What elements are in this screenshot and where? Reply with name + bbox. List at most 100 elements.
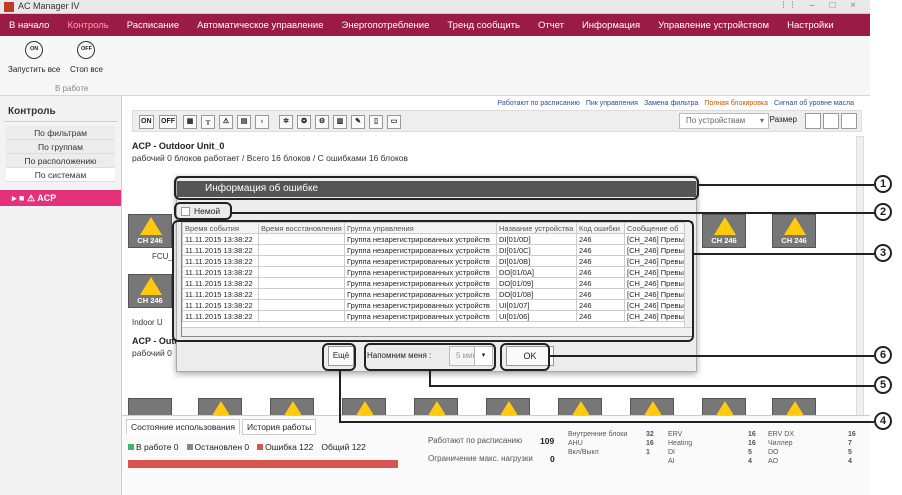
tree-item-acp[interactable]: ▸ ■ ⚠ ACP [0,190,121,206]
callout-badge: 1 [874,175,892,193]
tile-code: CH 246 [137,296,163,305]
status-legend: Работают по расписанию Пик управления За… [497,100,854,107]
limit-label: Ограничение макс. нагрузки [428,454,533,463]
counts-row: Вкл/Выкл 1 DI 5 DO 5 [568,449,852,456]
tab-usage[interactable]: Состояние использования [126,419,241,435]
legend-filter: Замена фильтра [643,100,699,107]
divider [4,121,117,122]
tile-label: Indoor U [132,318,163,327]
list-view-button[interactable] [805,113,821,129]
main-scrollbar[interactable] [856,136,864,420]
sidebar-item-filters[interactable]: По фильтрам [6,126,115,140]
toolbar-group-label: В работе [55,84,89,93]
size-label: Размер [769,115,798,124]
bottom-tabs: Состояние использования История работы [126,419,317,435]
status-running: В работе 0 [128,442,179,452]
peak-icon[interactable]: ╥ [201,115,215,129]
view-by-select[interactable]: По устройствам ▾ [679,113,769,129]
legend-peak: Пик управления [585,100,638,107]
counts-table: Внутренние блоки 32 ERV 16 ERV DX 16 AHU 16 Hea… [568,430,856,466]
stop-all-button[interactable]: OFF Стоп все [70,41,103,74]
fan-icon[interactable]: ✲ [279,115,293,129]
legend-oil: Сигнал об уровне масла [774,100,854,107]
menu-control[interactable]: Контроль [58,20,117,31]
tab-history[interactable]: История работы [242,419,317,435]
warning-icon [140,277,162,295]
large-size-button[interactable] [841,113,857,129]
mode-icon[interactable]: ❂ [297,115,311,129]
schedule-icon[interactable]: ▦ [183,115,197,129]
menu-trend[interactable]: Тренд сообщить [438,20,529,31]
sidebar-item-systems[interactable]: По системам [6,168,115,182]
counts-row: Внутренние блоки 32 ERV 16 ERV DX 16 [568,431,856,438]
callout-badge: 6 [874,346,892,364]
legend-schedule: Работают по расписанию [497,100,580,107]
highlight-mute [174,202,232,220]
view-by-value: По устройствам [686,116,746,125]
temp-icon[interactable]: ▯ [369,115,383,129]
toolbar: ON Запустить все OFF Стоп все В работе [0,36,870,96]
callout-line [429,385,874,387]
start-all-label: Запустить все [8,65,61,74]
filter-icon[interactable]: ▤ [237,115,251,129]
device-tile[interactable]: CH 246 [702,214,746,248]
window-title: AC Manager IV [18,1,80,11]
group-subtitle: рабочий 0 блоков работает / Всего 16 бло… [132,153,409,163]
window-controls[interactable]: ⁝⁝ – □ × [782,0,862,11]
highlight-more [322,343,356,371]
tile-code: CH 246 [711,236,737,245]
menu-home[interactable]: В начало [0,20,58,31]
highlight-remind [364,343,496,371]
menu-schedule[interactable]: Расписание [118,20,188,31]
schedule-label: Работают по расписанию [428,436,523,445]
menu-info[interactable]: Информация [573,20,649,31]
menu-settings[interactable]: Настройки [778,20,843,31]
callout-line [232,212,876,214]
tile-code: CH 246 [781,236,807,245]
highlight-table [172,220,694,342]
device-tile[interactable]: CH 246 [128,214,172,248]
status-error: Ошибка 122 [257,442,313,452]
sidebar: Контроль По фильтрам По группам По распо… [0,96,122,495]
device-tile[interactable]: CH 246 [772,214,816,248]
edit-icon[interactable]: ✎ [351,115,365,129]
start-all-button[interactable]: ON Запустить все [8,41,60,74]
device-tile[interactable]: CH 246 [128,274,172,308]
callout-badge: 3 [874,244,892,262]
sidebar-header: Контроль [8,106,56,117]
sidebar-item-location[interactable]: По расположению [6,154,115,168]
warning-icon[interactable]: ⚠ [219,115,233,129]
app-icon [4,2,14,12]
status-stopped: Остановлен 0 [186,442,249,452]
stop-all-label: Стоп все [70,65,103,74]
callout-line [339,421,874,423]
on-icon: ON [25,41,44,59]
display-icon[interactable]: ▥ [333,115,347,129]
menu-device-mgmt[interactable]: Управление устройством [649,20,778,31]
callout-badge: 2 [874,203,892,221]
callout-line [339,371,341,421]
sidebar-item-groups[interactable]: По группам [6,140,115,154]
callout-badge: 4 [874,412,892,430]
group-subtitle: рабочий 0 [132,348,172,358]
callout-line [698,184,874,186]
off-button[interactable]: OFF [159,115,177,129]
settings-icon[interactable]: ⚙ [315,115,329,129]
highlight-ok [500,343,550,371]
warning-icon [784,217,806,235]
lock-icon[interactable]: ♁ [255,115,269,129]
tile-label: FCU_ [152,252,173,261]
counts-row: AHU 16 Heating 16 Чиллер 7 [568,440,852,447]
tree-item-label: ACP [37,193,57,203]
di-icon[interactable]: ▭ [387,115,401,129]
on-button[interactable]: ON [139,115,154,129]
callout-badge: 5 [874,376,892,394]
window-titlebar: AC Manager IV ⁝⁝ – □ × [0,0,870,14]
callout-line [550,355,874,357]
small-size-button[interactable] [823,113,839,129]
status-total: Общий 122 [321,442,366,452]
schedule-value: 109 [540,436,555,446]
menu-report[interactable]: Отчет [529,20,573,31]
menu-energy[interactable]: Энергопотребление [333,20,439,31]
menu-auto-control[interactable]: Автоматическое управление [188,20,332,31]
